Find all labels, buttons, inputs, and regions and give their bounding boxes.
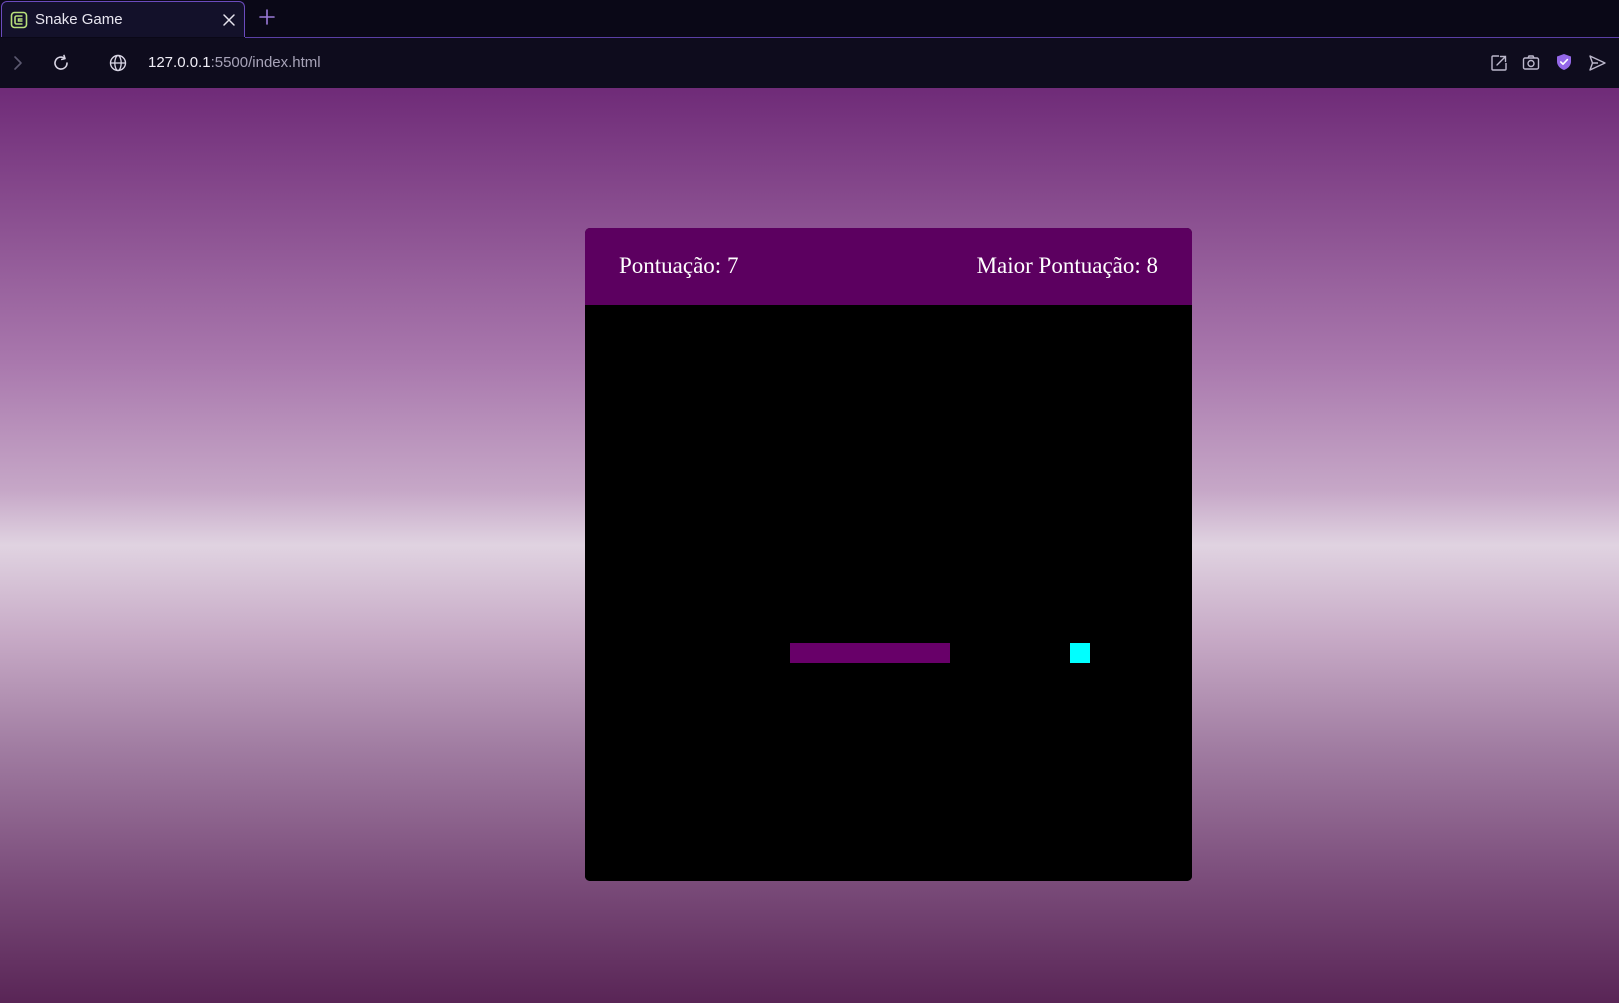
game-board[interactable]: [585, 305, 1192, 881]
snake-segment: [810, 643, 830, 663]
globe-icon[interactable]: [108, 53, 128, 73]
app-logo-icon: [10, 11, 28, 29]
snake-segment: [830, 643, 850, 663]
url-host: 127.0.0.1: [148, 54, 211, 71]
snake-segment: [870, 643, 890, 663]
url-path: :5500/index.html: [210, 54, 321, 71]
snake-segment: [910, 643, 930, 663]
snake-segment: [850, 643, 870, 663]
high-score-label: Maior Pontuação: 8: [976, 253, 1158, 278]
page-viewport: Pontuação: 7 Maior Pontuação: 8: [0, 88, 1619, 1003]
tab-title: Snake Game: [35, 11, 123, 28]
chevron-right-icon[interactable]: [8, 53, 28, 73]
snake-segment: [890, 643, 910, 663]
food-item: [1070, 643, 1090, 663]
tab-snake-game[interactable]: Snake Game: [1, 1, 245, 37]
address-bar[interactable]: 127.0.0.1:5500/index.html: [148, 53, 321, 73]
close-icon[interactable]: [221, 12, 237, 28]
share-edit-icon[interactable]: [1489, 53, 1509, 73]
score-label: Pontuação: 7: [619, 253, 739, 278]
snake-segment: [790, 643, 810, 663]
snake-head: [930, 643, 950, 663]
score-header: Pontuação: 7 Maior Pontuação: 8: [585, 228, 1192, 305]
shield-icon[interactable]: [1554, 52, 1574, 72]
tab-strip: Snake Game: [0, 0, 1619, 38]
address-toolbar: 127.0.0.1:5500/index.html: [0, 38, 1619, 88]
send-icon[interactable]: [1587, 53, 1607, 73]
browser-window: Snake Game 127.0.0.1:5500/index.html Pon…: [0, 0, 1619, 1003]
reload-icon[interactable]: [51, 53, 71, 73]
snake-game: Pontuação: 7 Maior Pontuação: 8: [585, 228, 1192, 881]
plus-icon[interactable]: [258, 8, 276, 26]
camera-icon[interactable]: [1521, 53, 1541, 73]
